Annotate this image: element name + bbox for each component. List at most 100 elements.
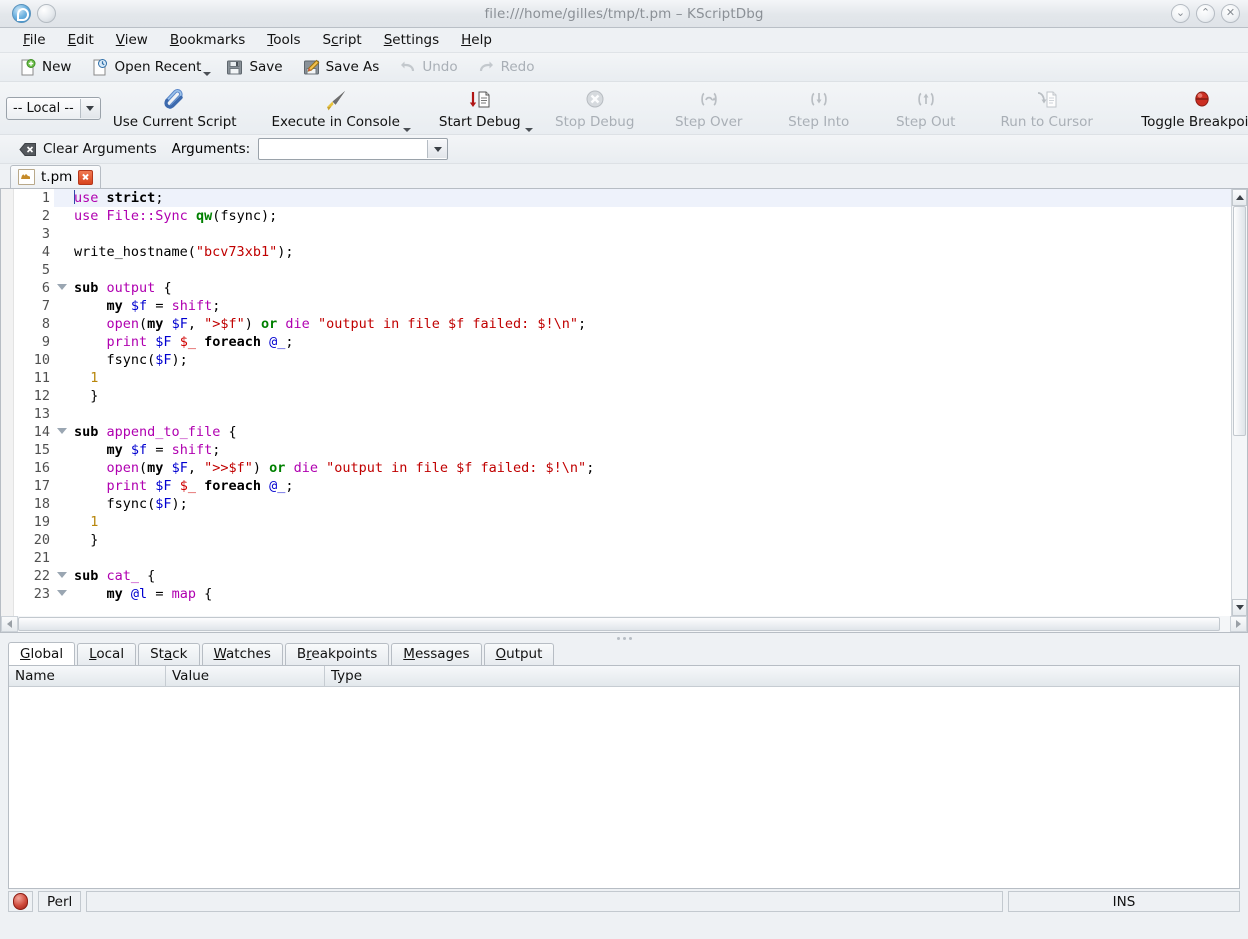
code-line[interactable]: 23 my @l = map { [14, 585, 1231, 603]
menu-settings[interactable]: Settings [373, 30, 450, 50]
status-language[interactable]: Perl [38, 891, 82, 912]
code-token: die [285, 316, 310, 332]
status-breakpoint-indicator[interactable] [8, 891, 33, 912]
editor-vertical-scrollbar[interactable] [1231, 189, 1247, 616]
save-button[interactable]: Save [217, 56, 291, 79]
window-pin-icon[interactable] [37, 4, 56, 23]
minimize-button[interactable]: ⌄ [1171, 4, 1190, 23]
menu-script[interactable]: Script [312, 30, 373, 50]
menu-edit[interactable]: Edit [57, 30, 105, 50]
dock-tab-watches[interactable]: Watches [201, 643, 283, 665]
editor-dock-splitter[interactable] [0, 633, 1248, 643]
new-button[interactable]: New [10, 56, 80, 79]
code-line[interactable]: 14 sub append_to_file { [14, 423, 1231, 441]
menu-file[interactable]: File [12, 30, 57, 50]
dock-tab-breakpoints[interactable]: Breakpoints [284, 643, 390, 665]
menu-tools[interactable]: Tools [256, 30, 311, 50]
code-token: $F [155, 334, 172, 350]
code-line[interactable]: 2 use File::Sync qw(fsync); [14, 207, 1231, 225]
code-editor[interactable]: 1 use strict; 2 use File::Sync qw(fsync); 3 4… [0, 189, 1248, 616]
close-tab-icon[interactable] [78, 169, 94, 185]
scroll-up-button[interactable] [1232, 189, 1247, 206]
code-line[interactable]: 13 [14, 405, 1231, 423]
open-recent-dropdown-arrow[interactable] [203, 71, 212, 76]
code-line[interactable]: 15 my $f = shift; [14, 441, 1231, 459]
editor-icon-border[interactable] [1, 189, 14, 616]
code-line[interactable]: 17 print $F $_ foreach @_; [14, 477, 1231, 495]
code-line[interactable]: 9 print $F $_ foreach @_; [14, 333, 1231, 351]
floppy-save-icon [226, 59, 243, 76]
code-token: "output in file $f failed: $!\n" [317, 316, 579, 332]
kde-app-icon[interactable] [12, 4, 31, 23]
code-line[interactable]: 20 } [14, 531, 1231, 549]
code-line[interactable]: 19 1 [14, 513, 1231, 531]
scroll-left-button[interactable] [1, 616, 18, 632]
interpreter-select[interactable]: -- Local -- [6, 96, 101, 120]
column-name[interactable]: Name [9, 666, 166, 686]
execute-in-console-dropdown-arrow[interactable] [402, 128, 411, 132]
code-line[interactable]: 4 write_hostname("bcv73xb1"); [14, 243, 1231, 261]
minimize-glyph: ⌄ [1175, 6, 1186, 19]
vertical-scroll-track[interactable] [1232, 206, 1247, 599]
interpreter-select-arrow[interactable] [79, 98, 100, 118]
line-number: 17 [14, 477, 54, 495]
arguments-input[interactable] [259, 140, 428, 158]
fold-marker-icon[interactable] [54, 279, 70, 297]
code-line[interactable]: 21 [14, 549, 1231, 567]
code-line[interactable]: 6 sub output { [14, 279, 1231, 297]
variables-table-body[interactable] [9, 687, 1239, 888]
menu-help[interactable]: Help [450, 30, 503, 50]
editor-text-area[interactable]: 1 use strict; 2 use File::Sync qw(fsync); 3 4… [14, 189, 1231, 616]
doc-tab-t-pm[interactable]: t.pm [10, 165, 102, 188]
vertical-scroll-thumb[interactable] [1233, 206, 1246, 436]
arguments-field[interactable] [258, 138, 449, 160]
code-line[interactable]: 18 fsync($F); [14, 495, 1231, 513]
horizontal-scroll-track[interactable] [18, 616, 1230, 632]
code-line[interactable]: 1 use strict; [14, 189, 1231, 207]
code-line[interactable]: 16 open(my $F, ">>$f") or die "output in… [14, 459, 1231, 477]
debugger-dock: Global Local Stack Watches Breakpoints M… [0, 642, 1248, 889]
close-button[interactable]: ✕ [1221, 4, 1240, 23]
horizontal-scroll-thumb[interactable] [18, 617, 1220, 631]
maximize-button[interactable]: ⌃ [1196, 4, 1215, 23]
menu-bookmarks[interactable]: Bookmarks [159, 30, 256, 50]
start-debug-dropdown-arrow[interactable] [524, 128, 533, 132]
code-line[interactable]: 5 [14, 261, 1231, 279]
start-debug-button[interactable]: Start Debug [423, 82, 537, 134]
editor-horizontal-scrollbar[interactable] [0, 616, 1248, 633]
column-value[interactable]: Value [166, 666, 325, 686]
toggle-breakpoint-button[interactable]: Toggle Breakpoint [1123, 82, 1248, 134]
scroll-down-button[interactable] [1232, 599, 1247, 616]
code-line[interactable]: 10 fsync($F); [14, 351, 1231, 369]
dock-tab-messages[interactable]: Messages [391, 643, 482, 665]
variables-table[interactable]: Name Value Type [8, 665, 1240, 889]
fold-marker-icon[interactable] [54, 423, 70, 441]
code-line[interactable]: 8 open(my $F, ">$f") or die "output in f… [14, 315, 1231, 333]
use-current-script-button[interactable]: Use Current Script [101, 82, 249, 134]
status-insert-mode[interactable]: INS [1008, 891, 1240, 912]
dock-tab-stack[interactable]: Stack [138, 643, 200, 665]
code-line[interactable]: 22 sub cat_ { [14, 567, 1231, 585]
fold-marker-icon[interactable] [54, 567, 70, 585]
save-as-button[interactable]: Save As [294, 56, 389, 79]
arguments-dropdown-arrow[interactable] [427, 140, 448, 158]
dock-tab-local[interactable]: Local [77, 643, 137, 665]
menu-view[interactable]: View [105, 30, 159, 50]
open-recent-button[interactable]: Open Recent [82, 56, 215, 79]
fold-marker-icon[interactable] [54, 585, 70, 603]
code-line[interactable]: 11 1 [14, 369, 1231, 387]
column-type[interactable]: Type [325, 666, 1239, 686]
clear-arguments-button[interactable]: Clear Arguments [12, 139, 164, 159]
dock-tab-output[interactable]: Output [483, 643, 555, 665]
scroll-right-button[interactable] [1230, 616, 1247, 632]
execute-in-console-button[interactable]: Execute in Console [257, 82, 415, 134]
code-line[interactable]: 12 } [14, 387, 1231, 405]
code-line[interactable]: 7 my $f = shift; [14, 297, 1231, 315]
dock-tab-global[interactable]: Global [8, 642, 76, 665]
code-line[interactable]: 3 [14, 225, 1231, 243]
